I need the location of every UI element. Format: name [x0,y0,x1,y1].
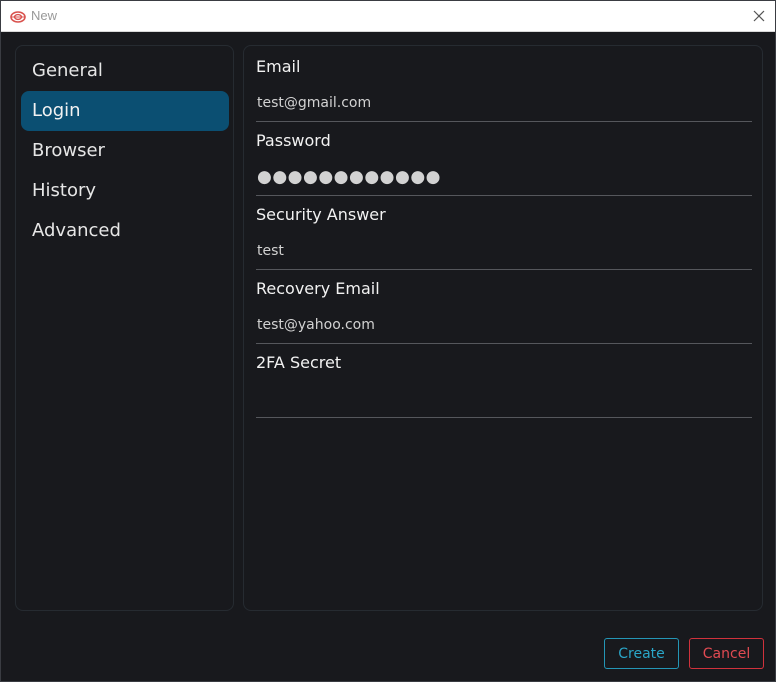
sidebar-item-general[interactable]: General [21,51,229,91]
password-field[interactable] [256,158,752,196]
sidebar-item-login[interactable]: Login [21,91,229,131]
new-item-window: New General Login Browser History Advanc… [0,0,776,682]
security-answer-field-group: Security Answer [256,204,752,272]
password-label: Password [256,131,331,150]
close-button[interactable] [743,1,775,31]
title-bar[interactable]: New [1,1,775,32]
close-icon [753,7,765,26]
recovery-email-label: Recovery Email [256,279,380,298]
email-field-group: Email [256,56,752,124]
recovery-email-field[interactable] [256,306,752,344]
2fa-secret-field[interactable] [256,380,752,418]
password-field-group: Password [256,130,752,198]
app-logo-icon [10,9,26,23]
window-title: New [31,8,58,23]
recovery-email-field-group: Recovery Email [256,278,752,346]
email-field[interactable] [256,84,752,122]
sidebar-item-advanced[interactable]: Advanced [21,211,229,251]
security-answer-label: Security Answer [256,205,386,224]
sidebar-item-browser[interactable]: Browser [21,131,229,171]
2fa-secret-label: 2FA Secret [256,353,342,372]
settings-sidebar: General Login Browser History Advanced [15,45,234,611]
2fa-secret-field-group: 2FA Secret [256,352,752,420]
create-button[interactable]: Create [604,638,679,669]
security-answer-field[interactable] [256,232,752,270]
sidebar-item-history[interactable]: History [21,171,229,211]
login-form-panel: Email Password Security Answer Recovery … [243,45,763,611]
email-label: Email [256,57,301,76]
cancel-button[interactable]: Cancel [689,638,764,669]
